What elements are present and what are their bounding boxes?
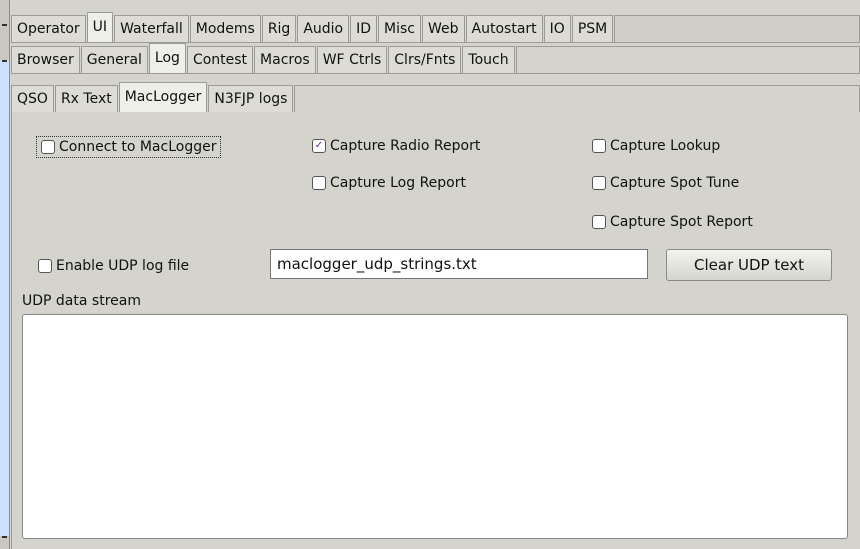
tab-touch[interactable]: Touch (462, 46, 515, 73)
tab-io[interactable]: IO (543, 15, 571, 42)
tab-misc[interactable]: Misc (378, 15, 422, 42)
tab-modems[interactable]: Modems (189, 15, 261, 42)
clear-udp-text-button[interactable]: Clear UDP text (666, 249, 832, 281)
primary-tab-bar: Operator UI Waterfall Modems Rig Audio ID Misc W… (11, 8, 860, 43)
capture-lookup-label: Capture Lookup (610, 138, 721, 154)
tab-macros[interactable]: Macros (254, 46, 316, 73)
connect-maclogger-checkbox[interactable]: Connect to MacLogger (36, 136, 222, 158)
capture-log-report-label: Capture Log Report (330, 175, 466, 191)
tab-web[interactable]: Web (422, 15, 465, 42)
checkbox-box[interactable] (592, 176, 606, 190)
edge-tick (2, 536, 7, 538)
tab-general[interactable]: General (80, 46, 148, 73)
tab-id[interactable]: ID (350, 15, 378, 42)
tab-contest[interactable]: Contest (186, 46, 254, 73)
tab-ui[interactable]: UI (86, 12, 114, 42)
tab-bar-filler (515, 46, 860, 73)
left-window-edge (0, 0, 10, 549)
left-edge-accent (0, 60, 9, 536)
edge-tick (2, 24, 7, 26)
tab-wf-ctrls[interactable]: WF Ctrls (316, 46, 388, 73)
capture-spot-tune-label: Capture Spot Tune (610, 175, 740, 191)
tab-browser[interactable]: Browser (11, 46, 80, 73)
tab-n3fjp-logs[interactable]: N3FJP logs (208, 85, 294, 112)
tab-operator[interactable]: Operator (11, 15, 86, 42)
checkbox-box[interactable] (312, 176, 326, 190)
edge-tick (2, 60, 7, 62)
tab-log[interactable]: Log (148, 43, 186, 73)
tab-autostart[interactable]: Autostart (465, 15, 543, 42)
tab-maclogger[interactable]: MacLogger (118, 82, 208, 112)
tab-clrs-fnts[interactable]: Clrs/Fnts (388, 46, 462, 73)
capture-spot-tune-checkbox[interactable]: Capture Spot Tune (592, 175, 739, 191)
tab-waterfall[interactable]: Waterfall (114, 15, 189, 42)
checkbox-box[interactable] (592, 215, 606, 229)
capture-radio-report-checkbox[interactable]: ✓ Capture Radio Report (312, 138, 480, 154)
tab-qso[interactable]: QSO (11, 85, 54, 112)
udp-data-stream-textarea[interactable] (22, 314, 848, 539)
tab-rx-text[interactable]: Rx Text (54, 85, 118, 112)
checkbox-box[interactable]: ✓ (312, 139, 326, 153)
connect-maclogger-label: Connect to MacLogger (59, 139, 217, 155)
udp-data-stream-label: UDP data stream (22, 293, 141, 309)
enable-udp-log-checkbox[interactable]: Enable UDP log file (38, 258, 189, 274)
capture-radio-report-label: Capture Radio Report (330, 138, 481, 154)
secondary-tab-bar: Browser General Log Contest Macros WF Ctrls Cl… (11, 43, 860, 74)
capture-spot-report-label: Capture Spot Report (610, 214, 753, 230)
checkbox-box[interactable] (38, 259, 52, 273)
tab-bar-filler (294, 85, 860, 112)
capture-log-report-checkbox[interactable]: Capture Log Report (312, 175, 466, 191)
checkbox-box[interactable] (41, 140, 55, 154)
udp-log-filename-input[interactable] (270, 249, 648, 279)
enable-udp-log-label: Enable UDP log file (56, 258, 190, 274)
tab-audio[interactable]: Audio (297, 15, 350, 42)
tab-rig[interactable]: Rig (261, 15, 297, 42)
tab-bar-filler (614, 15, 860, 42)
tertiary-tab-bar: QSO Rx Text MacLogger N3FJP logs (11, 78, 860, 113)
capture-lookup-checkbox[interactable]: Capture Lookup (592, 138, 720, 154)
checkbox-box[interactable] (592, 139, 606, 153)
maclogger-panel: Connect to MacLogger ✓ Capture Radio Rep… (11, 112, 860, 549)
capture-spot-report-checkbox[interactable]: Capture Spot Report (592, 214, 753, 230)
tab-psm[interactable]: PSM (571, 15, 614, 42)
